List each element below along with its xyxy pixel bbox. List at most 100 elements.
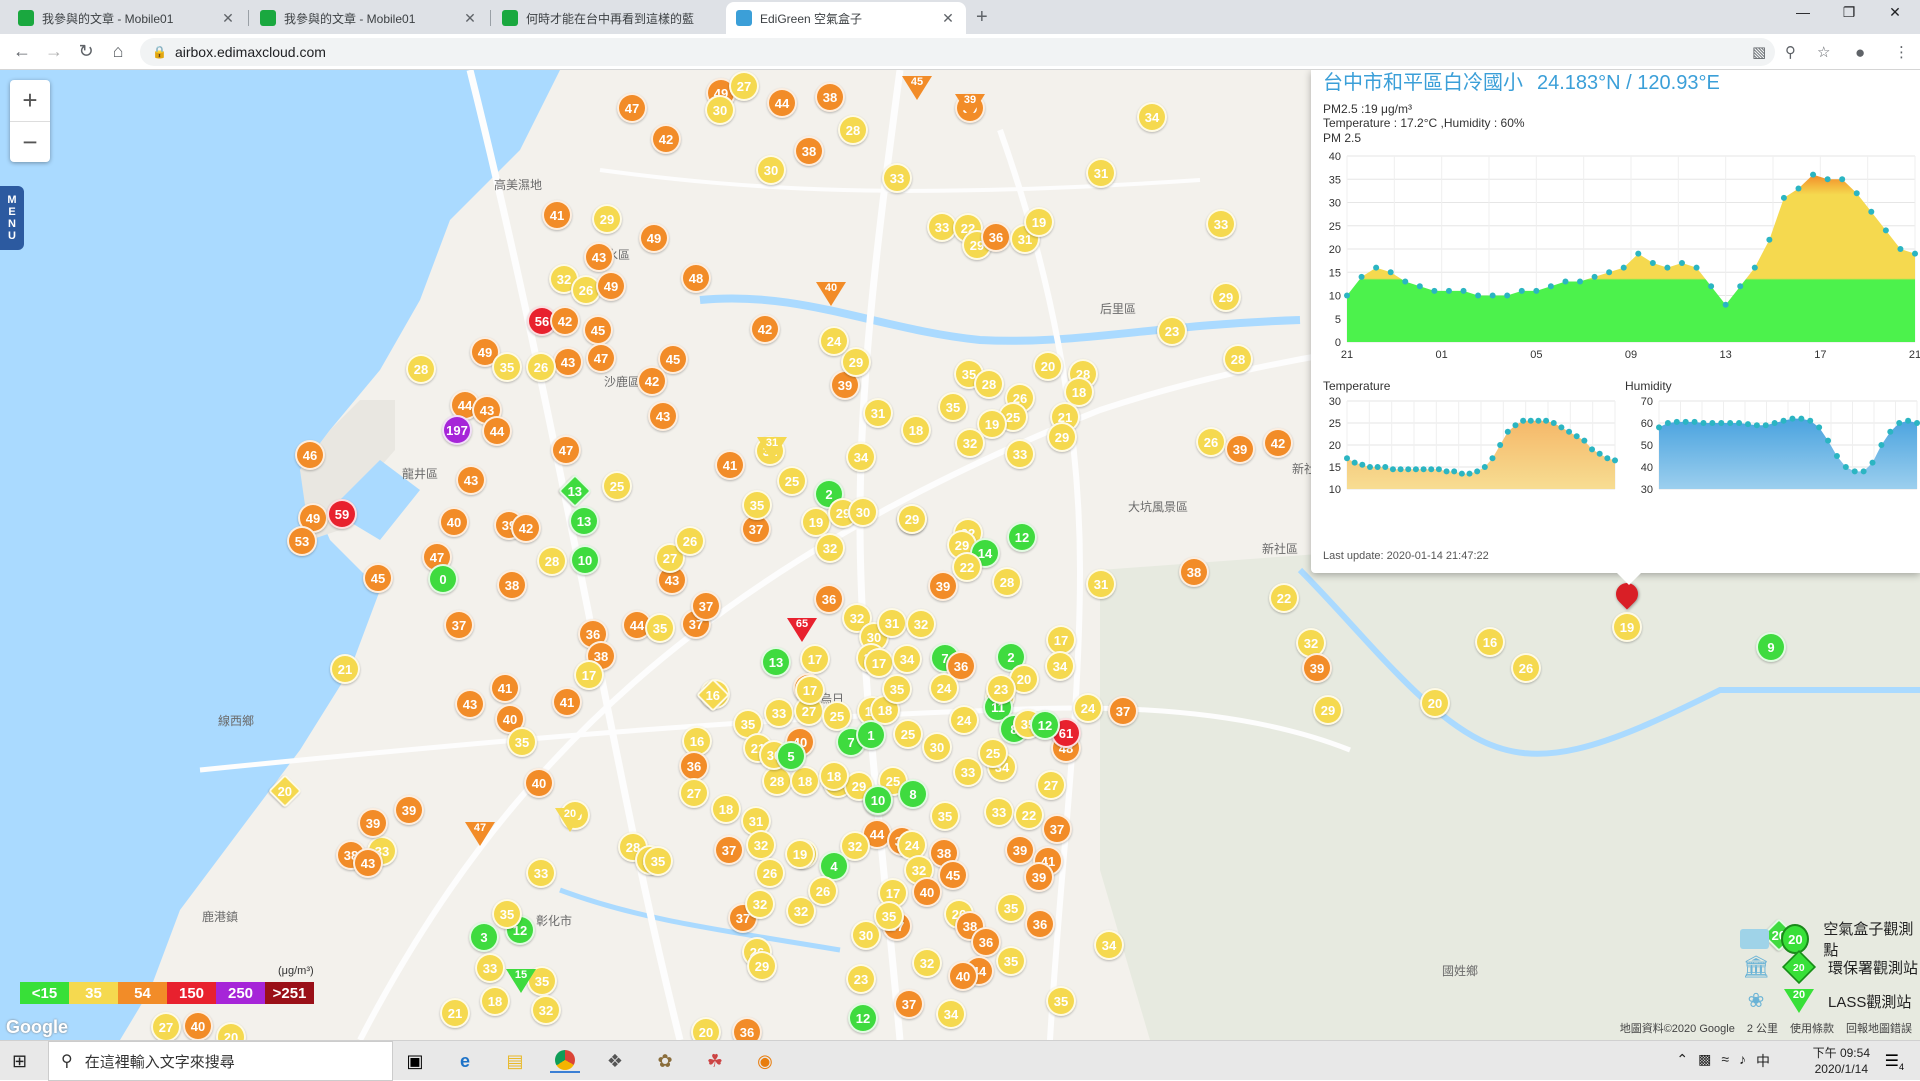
airbox-marker[interactable]: 33 [984, 797, 1014, 827]
airbox-marker[interactable]: 31 [863, 398, 893, 428]
airbox-marker[interactable]: 36 [679, 751, 709, 781]
task-view-icon[interactable]: ▣ [400, 1049, 430, 1073]
airbox-marker[interactable]: 41 [542, 200, 572, 230]
airbox-marker[interactable]: 35 [882, 674, 912, 704]
airbox-marker[interactable]: 22 [1014, 800, 1044, 830]
airbox-marker[interactable]: 26 [526, 352, 556, 382]
airbox-marker[interactable]: 24 [949, 705, 979, 735]
tray-expand-icon[interactable]: ⌃ [1676, 1051, 1688, 1071]
airbox-marker[interactable]: 42 [637, 366, 667, 396]
airbox-marker[interactable]: 35 [938, 392, 968, 422]
airbox-marker[interactable]: 31 [1086, 569, 1116, 599]
airbox-marker[interactable]: 23 [846, 964, 876, 994]
airbox-marker[interactable]: 48 [681, 263, 711, 293]
airbox-marker[interactable]: 27 [1036, 770, 1066, 800]
airbox-marker[interactable]: 40 [912, 877, 942, 907]
airbox-marker[interactable]: 45 [938, 860, 968, 890]
airbox-marker[interactable]: 29 [592, 204, 622, 234]
airbox-marker[interactable]: 28 [1223, 344, 1253, 374]
browser-tab[interactable]: 何時才能在台中再看到這樣的藍 [492, 2, 722, 34]
airbox-marker[interactable]: 35 [645, 613, 675, 643]
airbox-marker[interactable]: 30 [705, 95, 735, 125]
minimize-icon[interactable]: — [1780, 4, 1826, 20]
airbox-marker[interactable]: 44 [767, 88, 797, 118]
airbox-marker[interactable]: 20 [1420, 688, 1450, 718]
restore-icon[interactable]: ❐ [1826, 4, 1872, 21]
airbox-marker[interactable]: 24 [1073, 693, 1103, 723]
airbox-marker[interactable]: 0 [428, 564, 458, 594]
airbox-marker[interactable]: 28 [974, 369, 1004, 399]
airbox-marker[interactable]: 34 [1094, 930, 1124, 960]
airbox-marker[interactable]: 35 [874, 901, 904, 931]
new-tab-button[interactable]: + [976, 6, 988, 29]
airbox-marker[interactable]: 42 [1263, 428, 1293, 458]
map-scale-label[interactable]: 2 公里 [1747, 1020, 1778, 1036]
airbox-marker[interactable]: 40 [948, 961, 978, 991]
airbox-marker[interactable]: 36 [981, 222, 1011, 252]
taskbar-search-box[interactable]: ⚲ 在這裡輸入文字來搜尋 [48, 1041, 393, 1081]
window-close-icon[interactable]: ✕ [1872, 4, 1918, 21]
airbox-marker[interactable]: 42 [750, 314, 780, 344]
tab-close-icon[interactable]: ✕ [462, 10, 478, 27]
airbox-marker[interactable]: 12 [848, 1003, 878, 1033]
lass-station-marker[interactable]: 31 [757, 437, 787, 461]
airbox-marker[interactable]: 33 [526, 858, 556, 888]
airbox-marker[interactable]: 40 [439, 507, 469, 537]
airbox-marker[interactable]: 32 [912, 948, 942, 978]
lass-station-marker[interactable]: 45 [902, 76, 932, 100]
airbox-marker[interactable]: 43 [553, 347, 583, 377]
wifi-icon[interactable]: ≈ [1721, 1051, 1729, 1071]
airbox-marker[interactable]: 32 [745, 889, 775, 919]
forward-icon[interactable]: → [42, 41, 66, 62]
profile-avatar-icon[interactable]: ● [1855, 43, 1865, 63]
airbox-marker[interactable]: 42 [550, 306, 580, 336]
airbox-marker[interactable]: 42 [511, 513, 541, 543]
airbox-marker[interactable]: 26 [755, 858, 785, 888]
airbox-marker[interactable]: 33 [882, 163, 912, 193]
airbox-marker[interactable]: 39 [1302, 653, 1332, 683]
airbox-marker[interactable]: 29 [897, 504, 927, 534]
airbox-marker[interactable]: 24 [929, 673, 959, 703]
airbox-marker[interactable]: 39 [394, 795, 424, 825]
airbox-marker[interactable]: 37 [894, 989, 924, 1019]
airbox-marker[interactable]: 39 [1024, 862, 1054, 892]
volume-icon[interactable]: ♪ [1739, 1051, 1746, 1071]
airbox-marker[interactable]: 37 [1042, 814, 1072, 844]
airbox-marker[interactable]: 29 [841, 347, 871, 377]
terms-link[interactable]: 使用條款 [1790, 1020, 1834, 1036]
airbox-marker[interactable]: 10 [570, 545, 600, 575]
airbox-marker[interactable]: 37 [1108, 696, 1138, 726]
airbox-marker[interactable]: 19 [1024, 207, 1054, 237]
airbox-marker[interactable]: 30 [756, 155, 786, 185]
airbox-marker[interactable]: 29 [1047, 422, 1077, 452]
airbox-marker[interactable]: 43 [648, 401, 678, 431]
airbox-marker[interactable]: 35 [930, 801, 960, 831]
airbox-marker[interactable]: 18 [819, 761, 849, 791]
airbox-marker[interactable]: 1 [856, 720, 886, 750]
zoom-icon[interactable]: ⚲ [1785, 43, 1796, 61]
airbox-marker[interactable]: 36 [971, 927, 1001, 957]
airbox-marker[interactable]: 20 [1033, 351, 1063, 381]
lass-station-marker[interactable]: 15 [506, 969, 536, 993]
airbox-marker[interactable]: 9 [1756, 632, 1786, 662]
airbox-marker[interactable]: 13 [761, 647, 791, 677]
airbox-marker[interactable]: 38 [815, 82, 845, 112]
airbox-marker[interactable]: 42 [651, 124, 681, 154]
address-bar[interactable]: 🔒 airbox.edimaxcloud.com [140, 38, 1775, 66]
airbox-marker[interactable]: 25 [602, 471, 632, 501]
notification-icon[interactable]: ☰4 [1885, 1051, 1904, 1072]
airbox-marker[interactable]: 45 [363, 563, 393, 593]
airbox-marker[interactable]: 27 [729, 71, 759, 101]
edge-browser-icon[interactable]: e [450, 1049, 480, 1073]
airbox-marker[interactable]: 39 [1005, 835, 1035, 865]
menu-toggle-button[interactable]: MENU [0, 186, 24, 250]
airbox-marker[interactable]: 43 [455, 689, 485, 719]
back-icon[interactable]: ← [10, 41, 34, 62]
airbox-marker[interactable]: 23 [986, 674, 1016, 704]
airbox-marker[interactable]: 38 [497, 570, 527, 600]
airbox-marker[interactable]: 16 [1475, 627, 1505, 657]
airbox-marker[interactable]: 47 [617, 93, 647, 123]
airbox-marker[interactable]: 32 [815, 533, 845, 563]
airbox-marker[interactable]: 21 [330, 654, 360, 684]
browser-tab-active[interactable]: EdiGreen 空氣盒子 ✕ [726, 2, 966, 34]
